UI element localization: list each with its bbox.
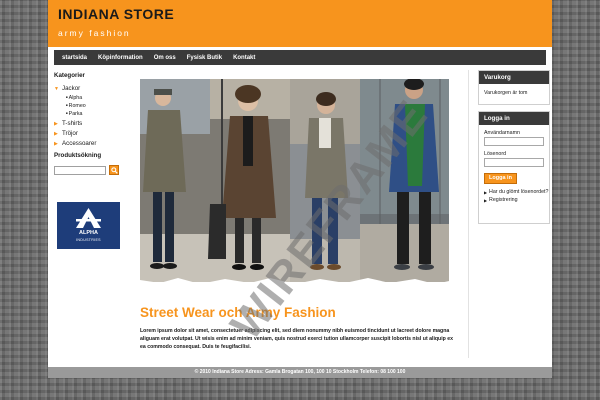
subcategory-romeo[interactable]: Romeo bbox=[66, 103, 128, 109]
nav-item-kontakt[interactable]: Kontakt bbox=[233, 55, 255, 61]
search-heading: Produktsökning bbox=[54, 152, 102, 159]
login-title: Logga in bbox=[479, 112, 549, 125]
alpha-industries-logo[interactable]: ALPHA INDUSTRIES bbox=[57, 202, 120, 249]
page-body-text: Lorem ipsum dolor sit amet, consectetuer… bbox=[140, 328, 454, 351]
username-field[interactable] bbox=[484, 137, 544, 146]
register-link[interactable]: ▶ Registrering bbox=[479, 197, 549, 204]
page-title: Street Wear och Army Fashion bbox=[140, 305, 336, 320]
login-button[interactable]: Logga in bbox=[484, 173, 517, 184]
cart-title: Varukorg bbox=[479, 71, 549, 84]
column-divider bbox=[468, 70, 469, 358]
login-box: Logga in Användarnamn Lösenord Logga in … bbox=[478, 111, 550, 224]
left-sidebar: Kategorier ▼ Jackor Alpha Romeo Parka ▶ … bbox=[54, 72, 128, 249]
category-label: Accessoarer bbox=[62, 140, 97, 147]
username-label: Användarnamn bbox=[484, 130, 520, 136]
hero-photo bbox=[140, 74, 454, 300]
category-label: T-shirts bbox=[62, 120, 83, 127]
triangle-right-icon: ▶ bbox=[484, 190, 488, 195]
jackor-subcategories: Alpha Romeo Parka bbox=[66, 95, 128, 117]
cart-status: Varukorgen är tom bbox=[484, 90, 528, 96]
categories-heading: Kategorier bbox=[54, 72, 85, 79]
store-logo[interactable]: INDIANA STORE bbox=[58, 6, 174, 22]
search-input[interactable] bbox=[54, 165, 106, 175]
triangle-down-icon: ▼ bbox=[54, 85, 59, 92]
category-label: Jackor bbox=[62, 85, 81, 92]
search-row bbox=[54, 165, 128, 175]
nav-item-startsida[interactable]: startsida bbox=[62, 55, 87, 61]
alpha-wing-icon bbox=[76, 208, 101, 228]
triangle-right-icon: ▶ bbox=[54, 130, 58, 137]
main-nav: startsida Köpinformation Om oss Fysisk B… bbox=[54, 50, 546, 65]
page-container: INDIANA STORE army fashion startsida Köp… bbox=[48, 0, 552, 378]
forgot-password-link[interactable]: ▶ Har du glömt lösenordet? bbox=[479, 189, 549, 196]
category-accessoarer[interactable]: ▶ Accessoarer bbox=[54, 140, 128, 147]
alpha-logo-line1: ALPHA bbox=[79, 230, 98, 236]
alpha-logo-line2: INDUSTRIES bbox=[76, 238, 101, 242]
cart-box: Varukorg Varukorgen är tom bbox=[478, 70, 550, 105]
category-tshirts[interactable]: ▶ T-shirts bbox=[54, 120, 128, 127]
category-label: Tröjor bbox=[62, 130, 78, 137]
triangle-right-icon: ▶ bbox=[54, 140, 58, 147]
triangle-right-icon: ▶ bbox=[54, 120, 58, 127]
search-icon bbox=[110, 166, 118, 174]
nav-item-kopinformation[interactable]: Köpinformation bbox=[98, 55, 143, 61]
password-label: Lösenord bbox=[484, 151, 507, 157]
password-field[interactable] bbox=[484, 158, 544, 167]
category-trojor[interactable]: ▶ Tröjor bbox=[54, 130, 128, 137]
category-jackor[interactable]: ▼ Jackor bbox=[54, 85, 128, 92]
nav-item-om-oss[interactable]: Om oss bbox=[154, 55, 176, 61]
subcategory-alpha[interactable]: Alpha bbox=[66, 95, 128, 101]
store-tagline: army fashion bbox=[58, 28, 131, 38]
subcategory-parka[interactable]: Parka bbox=[66, 111, 128, 117]
forgot-password-label: Har du glömt lösenordet? bbox=[489, 189, 549, 195]
triangle-right-icon: ▶ bbox=[484, 197, 488, 203]
register-label: Registrering bbox=[489, 196, 518, 203]
nav-item-fysisk-butik[interactable]: Fysisk Butik bbox=[187, 55, 222, 61]
search-button[interactable] bbox=[109, 165, 119, 175]
site-footer: © 2010 Indiana Store Adress: Gamla Broga… bbox=[48, 367, 552, 378]
site-header: INDIANA STORE army fashion bbox=[48, 0, 552, 47]
